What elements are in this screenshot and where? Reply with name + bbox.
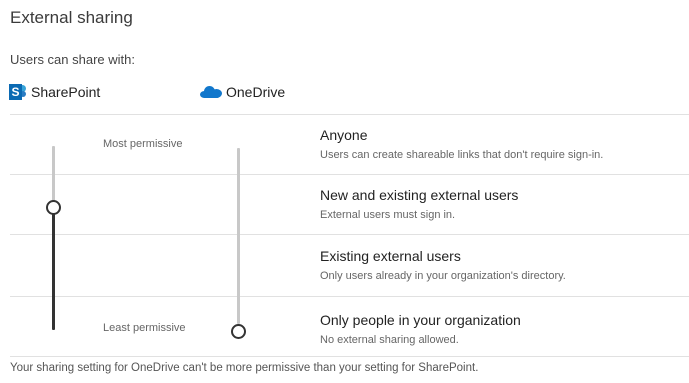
option-existing-description: Only users already in your organization'…: [320, 270, 566, 282]
sharepoint-label: SharePoint: [31, 84, 101, 100]
option-org-only-description: No external sharing allowed.: [320, 334, 459, 346]
option-anyone-title: Anyone: [320, 127, 368, 143]
footer-note: Your sharing setting for OneDrive can't …: [10, 362, 479, 374]
onedrive-slider-track: [237, 148, 240, 324]
divider: [10, 114, 689, 115]
page-title: External sharing: [10, 8, 133, 27]
least-permissive-label: Least permissive: [103, 322, 186, 334]
onedrive-cloud-icon: [200, 86, 222, 98]
onedrive-slider-handle[interactable]: [231, 324, 246, 339]
onedrive-label: OneDrive: [226, 84, 286, 100]
most-permissive-label: Most permissive: [103, 138, 183, 150]
sharepoint-slider-handle[interactable]: [46, 200, 61, 215]
divider: [10, 296, 689, 297]
option-existing-title: Existing external users: [320, 248, 461, 264]
onedrive-brand: OneDrive: [200, 82, 285, 102]
divider: [10, 356, 689, 357]
option-anyone-description: Users can create shareable links that do…: [320, 149, 604, 161]
option-org-only-title: Only people in your organization: [320, 312, 521, 328]
share-with-label: Users can share with:: [10, 52, 135, 67]
sharepoint-brand: S SharePoint: [9, 82, 100, 102]
sharepoint-logo-icon: S: [9, 84, 27, 100]
divider: [10, 174, 689, 175]
divider: [10, 234, 689, 235]
option-new-existing-description: External users must sign in.: [320, 209, 456, 221]
option-new-existing-title: New and existing external users: [320, 187, 519, 203]
sharepoint-slider-track-active: [52, 212, 55, 330]
